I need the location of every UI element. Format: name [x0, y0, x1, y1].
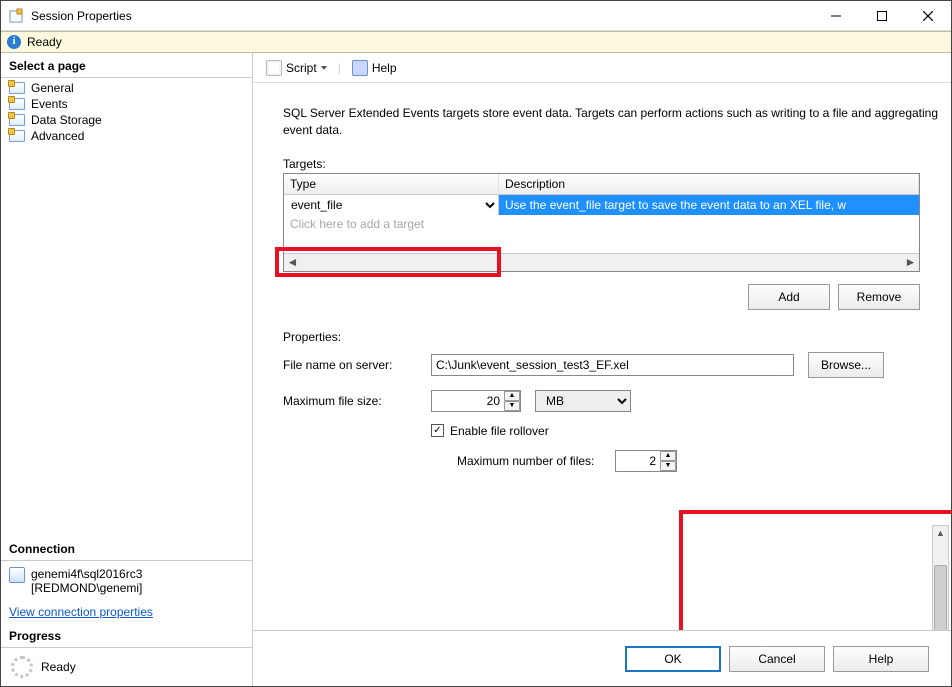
scroll-left-icon[interactable]: ◄ [284, 255, 301, 269]
minimize-button[interactable] [813, 1, 859, 31]
status-bar: i Ready [1, 31, 951, 53]
scroll-right-icon[interactable]: ► [902, 255, 919, 269]
help-icon [352, 60, 368, 76]
page-data-storage[interactable]: Data Storage [1, 112, 252, 128]
max-file-size-unit-select[interactable]: MB [535, 390, 631, 412]
targets-table: Type Description event_file Use the even… [283, 173, 920, 272]
right-panel: Script | Help SQL Server Extended Events… [253, 53, 951, 686]
page-general[interactable]: General [1, 80, 252, 96]
column-description-header[interactable]: Description [499, 174, 919, 194]
connection-user: [REDMOND\genemi] [31, 581, 142, 595]
progress-text: Ready [41, 660, 76, 674]
info-icon: i [7, 35, 21, 49]
highlight-box-properties [679, 510, 951, 630]
max-files-spinner[interactable]: ▲▼ [660, 451, 676, 471]
script-icon [266, 60, 282, 76]
ok-button[interactable]: OK [625, 646, 721, 672]
view-connection-properties-link[interactable]: View connection properties [1, 601, 161, 623]
target-type-select[interactable]: event_file [284, 195, 499, 215]
connection-server: genemi4f\sql2016rc3 [31, 567, 142, 581]
status-text: Ready [27, 35, 62, 49]
help-button[interactable]: Help [345, 57, 404, 79]
file-name-input[interactable] [431, 354, 794, 376]
page-data-storage-label: Data Storage [31, 113, 102, 127]
max-file-size-spinner[interactable]: ▲▼ [504, 391, 520, 411]
select-a-page-header: Select a page [1, 53, 252, 78]
left-panel: Select a page General Events Data Storag… [1, 53, 253, 686]
page-description: SQL Server Extended Events targets store… [283, 105, 941, 139]
add-button[interactable]: Add [748, 284, 830, 310]
enable-rollover-checkbox[interactable]: ✓ [431, 424, 444, 437]
max-files-label: Maximum number of files: [431, 454, 601, 468]
max-file-size-label: Maximum file size: [283, 394, 417, 408]
add-target-placeholder[interactable]: Click here to add a target [284, 215, 919, 233]
close-button[interactable] [905, 1, 951, 31]
page-list: General Events Data Storage Advanced [1, 78, 252, 150]
page-icon [9, 98, 25, 110]
page-icon [9, 130, 25, 142]
maximize-button[interactable] [859, 1, 905, 31]
target-description-cell[interactable]: Use the event_file target to save the ev… [499, 195, 919, 215]
properties-label: Properties: [283, 330, 941, 344]
help-label: Help [372, 61, 397, 75]
browse-button[interactable]: Browse... [808, 352, 884, 378]
dialog-footer: OK Cancel Help [253, 630, 951, 686]
chevron-down-icon [321, 66, 327, 70]
targets-horizontal-scrollbar[interactable]: ◄ ► [284, 253, 919, 271]
properties-vertical-scrollbar[interactable]: ▲ ▼ [932, 525, 949, 630]
cancel-button[interactable]: Cancel [729, 646, 825, 672]
targets-label: Targets: [283, 157, 941, 171]
connection-header: Connection [1, 536, 252, 561]
scrollbar-thumb[interactable] [934, 565, 947, 630]
toolbar: Script | Help [253, 53, 951, 83]
remove-button[interactable]: Remove [838, 284, 920, 310]
page-general-label: General [31, 81, 74, 95]
progress-header: Progress [1, 623, 252, 648]
page-icon [9, 82, 25, 94]
column-type-header[interactable]: Type [284, 174, 499, 194]
app-icon [9, 8, 25, 24]
connection-item: genemi4f\sql2016rc3 [REDMOND\genemi] [1, 561, 252, 601]
page-events[interactable]: Events [1, 96, 252, 112]
script-label: Script [286, 61, 317, 75]
window-title: Session Properties [31, 9, 813, 23]
page-icon [9, 114, 25, 126]
script-button[interactable]: Script [259, 57, 334, 79]
page-events-label: Events [31, 97, 68, 111]
footer-help-button[interactable]: Help [833, 646, 929, 672]
enable-rollover-label: Enable file rollover [450, 424, 549, 438]
server-icon [9, 567, 25, 583]
page-advanced-label: Advanced [31, 129, 84, 143]
scroll-up-icon[interactable]: ▲ [936, 528, 945, 538]
file-name-label: File name on server: [283, 358, 417, 372]
targets-row[interactable]: event_file Use the event_file target to … [284, 195, 919, 215]
page-advanced[interactable]: Advanced [1, 128, 252, 144]
titlebar: Session Properties [1, 1, 951, 31]
session-properties-window: Session Properties i Ready Select a page… [0, 0, 952, 687]
progress-spinner-icon [11, 656, 33, 678]
